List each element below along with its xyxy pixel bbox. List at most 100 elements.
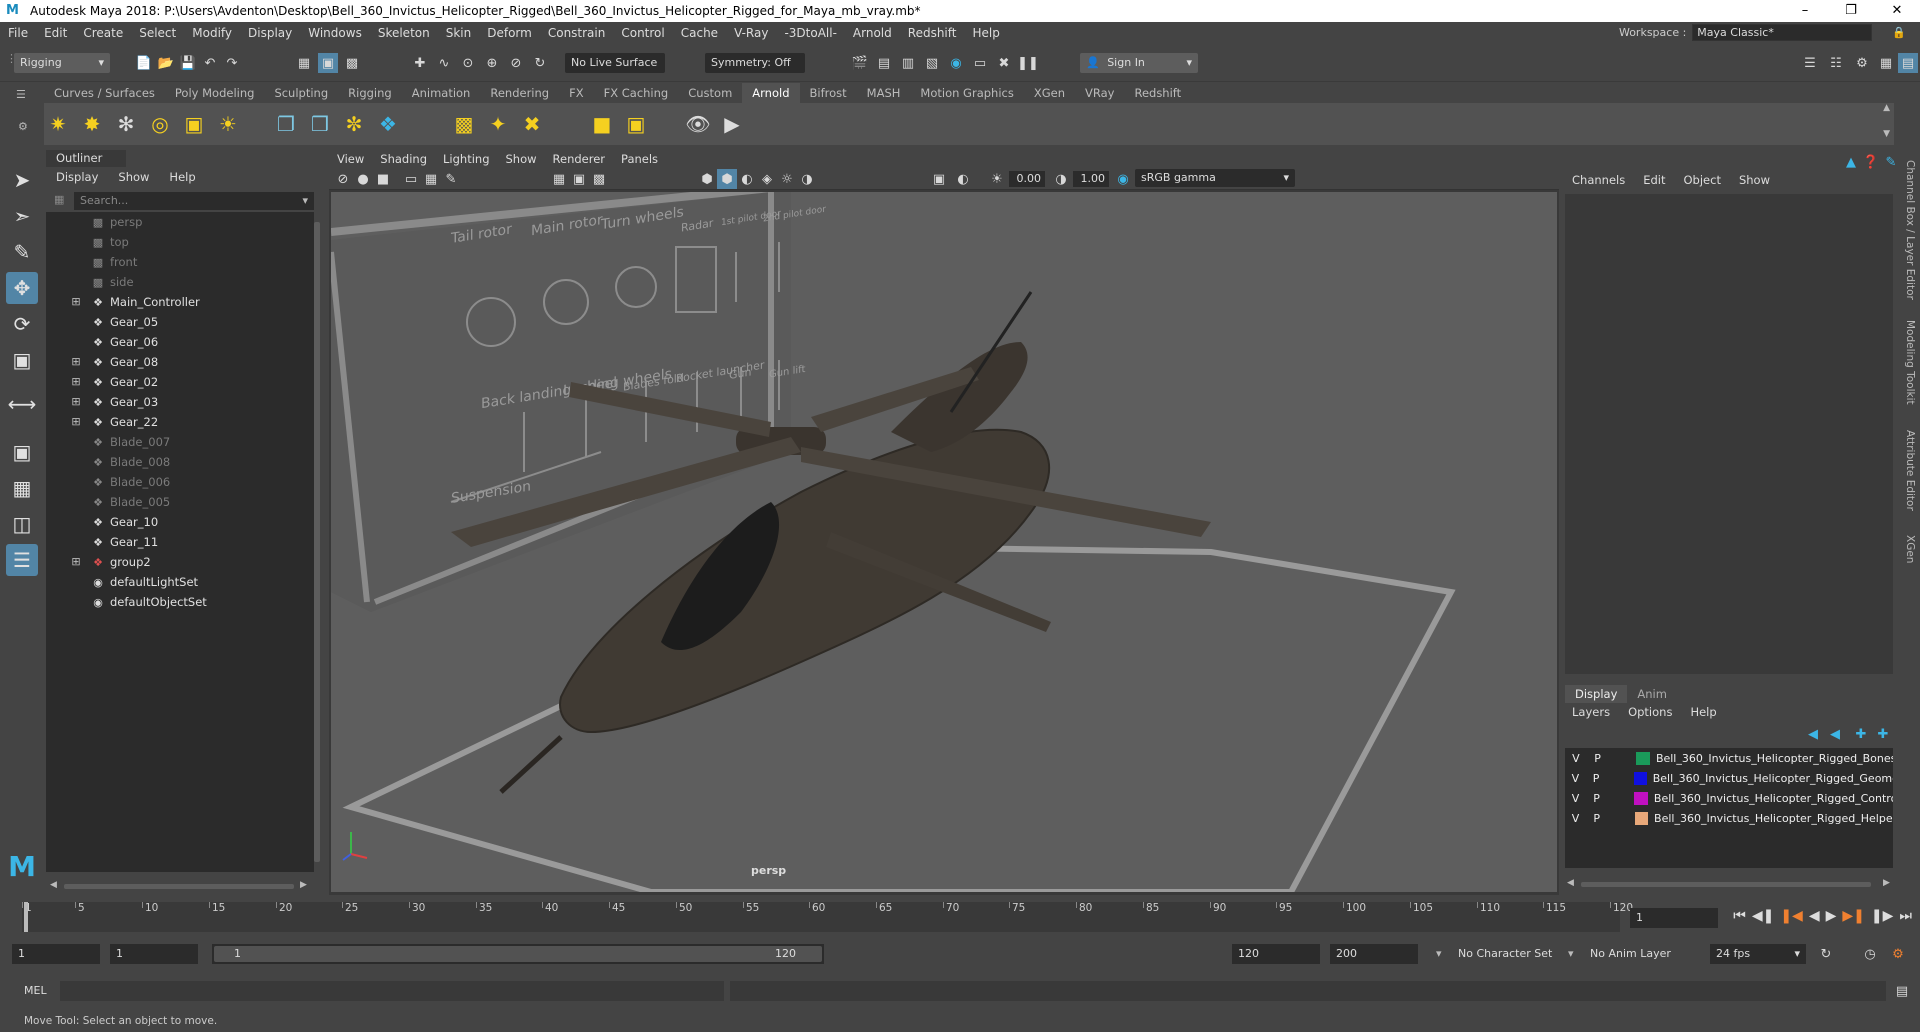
menu-help[interactable]: Help <box>964 26 1007 40</box>
step-back-frame-icon[interactable]: ❚◀ <box>1780 908 1803 924</box>
outliner-item[interactable]: ❖ Gear_10 <box>46 512 314 532</box>
outliner-item[interactable]: ▩ top <box>46 232 314 252</box>
mesh-light-icon[interactable]: ✸ <box>78 110 106 138</box>
outliner-layout-icon[interactable]: ☰ <box>6 544 38 576</box>
channel-box-icon[interactable]: ▦ <box>1876 53 1896 73</box>
character-set-icon[interactable]: ▾ <box>1436 947 1442 960</box>
attribute-editor-icon[interactable]: ☷ <box>1826 53 1846 73</box>
outliner-menu-display[interactable]: Display <box>46 170 108 184</box>
play-forwards-icon[interactable]: ▶ <box>1826 908 1837 924</box>
chevron-down-icon[interactable]: ▾ <box>302 192 308 210</box>
play-render-icon[interactable]: ▶ <box>718 110 746 138</box>
modeling-toolkit-icon[interactable]: ☰ <box>1800 53 1820 73</box>
tool-settings-icon[interactable]: ⚙ <box>1852 53 1872 73</box>
scale-tool-icon[interactable]: ▣ <box>6 344 38 376</box>
outliner-item[interactable]: ⊞ ❖ Main_Controller <box>46 292 314 312</box>
hypershade-icon[interactable]: ◉ <box>946 53 966 73</box>
shelf-tab-animation[interactable]: Animation <box>402 83 481 103</box>
smooth-shade-icon[interactable]: ⬢ <box>717 169 737 189</box>
viewport-menu-panels[interactable]: Panels <box>613 152 666 166</box>
curve-collector-icon[interactable]: ✼ <box>340 110 368 138</box>
menu-cache[interactable]: Cache <box>673 26 726 40</box>
outliner-item[interactable]: ▩ front <box>46 252 314 272</box>
outliner-item[interactable]: ▩ side <box>46 272 314 292</box>
shelf-scroll-up-icon[interactable]: ▲ <box>1883 103 1890 113</box>
layer-visibility-toggle[interactable]: V <box>1565 772 1586 785</box>
filter-icon[interactable]: ▦ <box>54 193 64 206</box>
viewport-menu-view[interactable]: View <box>329 152 372 166</box>
vray-render-icon[interactable]: ✖ <box>994 53 1014 73</box>
grease-pencil-icon[interactable]: ✎ <box>441 169 461 189</box>
channel-box-help-icon[interactable]: ❓ <box>1861 152 1881 172</box>
undo-icon[interactable]: ↶ <box>200 53 220 73</box>
side-tab-xgen[interactable]: XGen <box>1904 535 1916 563</box>
layer-color-swatch[interactable] <box>1636 751 1650 765</box>
channel-box-menu-object[interactable]: Object <box>1675 173 1730 187</box>
layer-color-swatch[interactable] <box>1634 811 1649 825</box>
animation-end-field[interactable]: 200 <box>1330 944 1418 964</box>
side-tab-attribute-editor[interactable]: Attribute Editor <box>1904 430 1916 511</box>
move-layer-up-icon[interactable]: ◀ <box>1803 724 1823 744</box>
command-input[interactable] <box>60 981 724 1001</box>
standin-icon[interactable]: ❐ <box>272 110 300 138</box>
scroll-left-icon[interactable]: ◀ <box>1567 878 1574 888</box>
persp-outliner-layout-icon[interactable]: ◫ <box>6 508 38 540</box>
outliner-item[interactable]: ❖ Blade_005 <box>46 492 314 512</box>
channel-box-edit-icon[interactable]: ✎ <box>1881 152 1901 172</box>
layer-playback-toggle[interactable]: P <box>1586 792 1607 805</box>
rotate-tool-icon[interactable]: ⟳ <box>6 308 38 340</box>
shelf-tab-rigging[interactable]: Rigging <box>338 83 402 103</box>
outliner-item[interactable]: ◉ defaultObjectSet <box>46 592 314 612</box>
ipr-icon[interactable]: 👁 <box>684 110 712 138</box>
snap-point-icon[interactable]: ⊙ <box>458 53 478 73</box>
time-slider-ruler[interactable]: 1 5 10 15 20 25 30 35 40 45 50 55 60 65 70 75 80 85 90 95 10… <box>22 902 1633 932</box>
skydome-light-icon[interactable]: ◎ <box>146 110 174 138</box>
viewport-menu-renderer[interactable]: Renderer <box>545 152 614 166</box>
minimize-button[interactable]: – <box>1782 0 1828 22</box>
maximize-button[interactable]: ❐ <box>1828 0 1874 22</box>
four-view-layout-icon[interactable]: ▦ <box>6 472 38 504</box>
shelf-tab-curves-surfaces[interactable]: Curves / Surfaces <box>44 83 165 103</box>
exposure-icon[interactable]: ☀ <box>987 169 1007 189</box>
anim-layer-dropdown[interactable]: No Anim Layer <box>1584 944 1684 964</box>
menu-windows[interactable]: Windows <box>300 26 370 40</box>
layer-menu-options[interactable]: Options <box>1619 705 1681 719</box>
lock-icon[interactable]: 🔒 <box>1892 26 1906 39</box>
save-scene-icon[interactable]: 💾 <box>178 53 198 73</box>
open-scene-icon[interactable]: 📂 <box>156 53 176 73</box>
layer-h-scrollbar[interactable] <box>1581 882 1871 887</box>
shelf-settings-icon[interactable]: ⚙ <box>18 120 28 133</box>
shelf-tab-vray[interactable]: VRay <box>1075 83 1124 103</box>
outliner-item[interactable]: ⊞ ❖ Gear_22 <box>46 412 314 432</box>
new-layer-icon[interactable]: ✚ <box>1873 724 1893 744</box>
physical-sky-icon[interactable]: ☀ <box>214 110 242 138</box>
shelf-tab-fx[interactable]: FX <box>559 83 594 103</box>
scroll-right-icon[interactable]: ▶ <box>300 880 307 890</box>
expand-plus-icon[interactable]: ⊞ <box>70 376 82 388</box>
layer-menu-help[interactable]: Help <box>1681 705 1725 719</box>
snap-projected-icon[interactable]: ⊕ <box>482 53 502 73</box>
layer-menu-layers[interactable]: Layers <box>1563 705 1619 719</box>
shelf-tab-redshift[interactable]: Redshift <box>1124 83 1191 103</box>
use-all-lights-icon[interactable]: ☼ <box>777 169 797 189</box>
display-layer-row[interactable]: V P Bell_360_Invictus_Helicopter_Rigged_Bo… <box>1565 748 1893 768</box>
step-forward-frame-icon[interactable]: ▶❚ <box>1842 908 1865 924</box>
display-layer-row[interactable]: V P Bell_360_Invictus_Helicopter_Rigged_Ge… <box>1565 768 1893 788</box>
animation-start-field[interactable]: 1 <box>12 944 100 964</box>
material-ops-icon[interactable]: ▩ <box>450 110 478 138</box>
last-tool-icon[interactable]: ⟷ <box>6 388 38 420</box>
outliner-item[interactable]: ❖ Blade_007 <box>46 432 314 452</box>
command-language-label[interactable]: MEL <box>24 984 47 997</box>
channel-box-pin-icon[interactable]: ▲ <box>1841 152 1861 172</box>
layer-tab-anim[interactable]: Anim <box>1627 685 1677 703</box>
layer-playback-toggle[interactable]: P <box>1587 752 1609 765</box>
photometric-light-icon[interactable]: ✻ <box>112 110 140 138</box>
shelf-tab-fx-caching[interactable]: FX Caching <box>594 83 679 103</box>
shelf-menu-icon[interactable]: ☰ <box>16 88 26 101</box>
workspace-dropdown[interactable]: Maya Classic* <box>1692 24 1873 41</box>
snap-view-plane-icon[interactable]: ⊘ <box>506 53 526 73</box>
expand-plus-icon[interactable]: ⊞ <box>70 356 82 368</box>
gamma-field[interactable]: 1.00 <box>1073 171 1109 187</box>
menu-constrain[interactable]: Constrain <box>540 26 614 40</box>
expand-plus-icon[interactable]: ⊞ <box>70 296 82 308</box>
